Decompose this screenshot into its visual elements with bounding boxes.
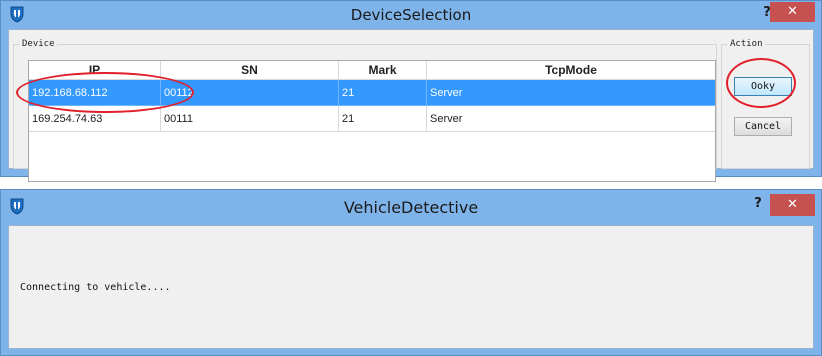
- annotation-ellipse-ip: [16, 72, 194, 113]
- column-header-tcpmode[interactable]: TcpMode: [427, 61, 715, 80]
- help-button[interactable]: ?: [745, 194, 771, 214]
- cell-mark: 21: [339, 80, 427, 106]
- vehicle-detective-window: VehicleDetective ? ✕ Connecting to vehic…: [0, 189, 822, 356]
- title-bar[interactable]: VehicleDetective ? ✕: [1, 190, 821, 222]
- cell-tcpmode: Server: [427, 106, 715, 132]
- close-button[interactable]: ✕: [770, 2, 815, 22]
- action-group-label: Action: [728, 37, 765, 51]
- cell-mark: 21: [339, 106, 427, 132]
- cell-tcpmode: Server: [427, 80, 715, 106]
- column-header-mark[interactable]: Mark: [339, 61, 427, 80]
- annotation-ellipse-ok: [726, 58, 796, 108]
- status-text: Connecting to vehicle....: [20, 282, 171, 293]
- column-header-sn[interactable]: SN: [161, 61, 339, 80]
- title-bar[interactable]: DeviceSelection ? ✕: [1, 1, 821, 29]
- cancel-button[interactable]: Cancel: [734, 117, 792, 136]
- window-title: DeviceSelection: [350, 6, 472, 24]
- window-title: VehicleDetective: [343, 198, 479, 217]
- device-group-label: Device: [20, 37, 57, 51]
- cell-sn: 00111: [161, 106, 339, 132]
- close-button[interactable]: ✕: [770, 194, 815, 216]
- dialog-client-area: Connecting to vehicle....: [8, 225, 814, 349]
